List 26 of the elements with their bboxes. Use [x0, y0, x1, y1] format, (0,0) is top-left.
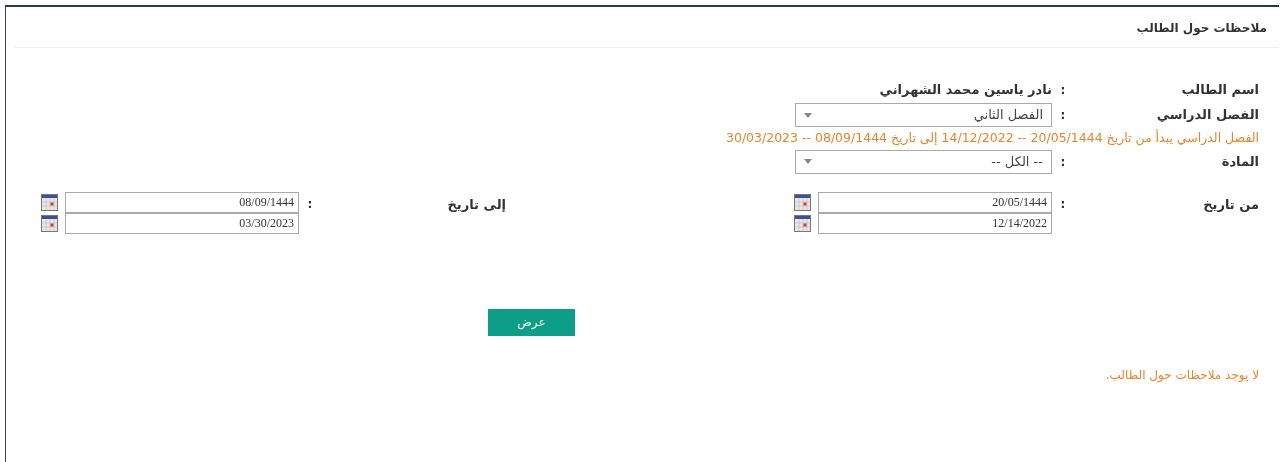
field-label: من تاريخ — [1202, 195, 1259, 214]
caret-icon — [804, 159, 812, 165]
calendar-icon[interactable] — [41, 214, 58, 232]
calendar-icon[interactable] — [794, 214, 811, 232]
colon: : — [306, 195, 314, 213]
field-label: المادة — [1220, 153, 1259, 171]
panel-title: ملاحظات حول الطالب — [1135, 20, 1267, 37]
field-value: نادر ياسين محمد الشهراني — [879, 81, 1052, 100]
colon: : — [1059, 195, 1067, 213]
dropdown[interactable]: -- الكل -- — [795, 149, 1052, 174]
caret-icon — [804, 112, 812, 118]
date-field[interactable]: 20/05/1444 — [818, 191, 1052, 213]
field-label: إلى تاريخ — [446, 195, 506, 214]
calendar-icon[interactable] — [794, 193, 811, 211]
dropdown[interactable]: الفصل الثاني — [795, 103, 1052, 127]
semester-dates-note: الفصل الدراسي يبدأ من تاريخ 20/05/1444 -- 14/12/2022 إلى تاريخ 08/09/1444 -- 30/03/2023 — [725, 129, 1259, 148]
no-notes-message: لا يوجد ملاحظات حول الطالب. — [1104, 366, 1259, 384]
date-field[interactable]: 12/14/2022 — [818, 212, 1052, 234]
colon: : — [1059, 153, 1067, 171]
field-label: الفصل الدراسي — [1155, 106, 1259, 125]
field-label: اسم الطالب — [1180, 81, 1259, 100]
colon: : — [1059, 107, 1067, 124]
calendar-icon[interactable] — [41, 193, 58, 211]
date-field[interactable]: 08/09/1444 — [65, 191, 299, 213]
colon: : — [1059, 82, 1067, 99]
date-field[interactable]: 03/30/2023 — [65, 212, 299, 234]
